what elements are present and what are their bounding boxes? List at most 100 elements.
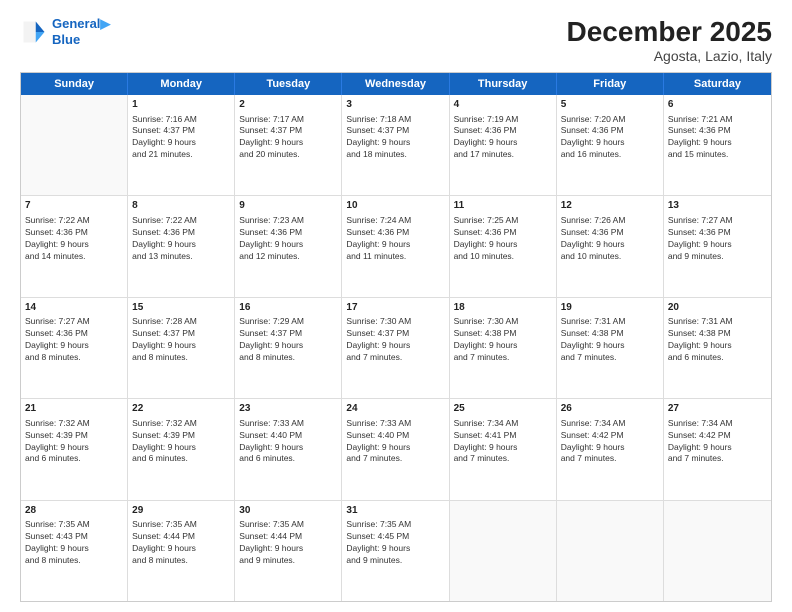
calendar-week-row: 21 Sunrise: 7:32 AM Sunset: 4:39 PM Dayli… <box>21 399 771 500</box>
calendar-week-row: 1Sunrise: 7:16 AM Sunset: 4:37 PM Daylig… <box>21 95 771 196</box>
calendar-cell: 21 Sunrise: 7:32 AM Sunset: 4:39 PM Dayli… <box>21 399 128 499</box>
day-number: 19 <box>561 301 659 315</box>
calendar-header: SundayMondayTuesdayWednesdayThursdayFrid… <box>21 73 771 95</box>
header: General▶ Blue December 2025 Agosta, Lazi… <box>20 16 772 64</box>
day-number: 28 <box>25 504 123 518</box>
cell-info: Sunrise: 7:30 AM Sunset: 4:38 PM Dayligh… <box>454 316 552 364</box>
cell-info: Sunrise: 7:25 AM Sunset: 4:36 PM Dayligh… <box>454 215 552 263</box>
day-number: 27 <box>668 402 767 416</box>
day-number: 3 <box>346 98 444 112</box>
calendar-cell <box>450 501 557 601</box>
cell-info: Sunrise: 7:31 AM Sunset: 4:38 PM Dayligh… <box>668 316 767 364</box>
day-number: 29 <box>132 504 230 518</box>
calendar-cell: 2 Sunrise: 7:17 AM Sunset: 4:37 PM Daylig… <box>235 95 342 195</box>
cell-info: Sunrise: 7:18 AM Sunset: 4:37 PM Dayligh… <box>346 114 444 162</box>
main-title: December 2025 <box>567 16 772 48</box>
cell-info: Sunrise: 7:32 AM Sunset: 4:39 PM Dayligh… <box>132 418 230 466</box>
calendar-cell <box>557 501 664 601</box>
cell-info: Sunrise: 7:34 AM Sunset: 4:42 PM Dayligh… <box>668 418 767 466</box>
cell-info: Sunrise: 7:23 AM Sunset: 4:36 PM Dayligh… <box>239 215 337 263</box>
calendar-week-row: 7 Sunrise: 7:22 AM Sunset: 4:36 PM Daylig… <box>21 196 771 297</box>
calendar-cell: 26 Sunrise: 7:34 AM Sunset: 4:42 PM Dayli… <box>557 399 664 499</box>
day-of-week-header: Sunday <box>21 73 128 95</box>
cell-info: Sunrise: 7:27 AM Sunset: 4:36 PM Dayligh… <box>668 215 767 263</box>
day-number: 25 <box>454 402 552 416</box>
day-number: 4 <box>454 98 552 112</box>
day-number: 7 <box>25 199 123 213</box>
cell-info: Sunrise: 7:19 AM Sunset: 4:36 PM Dayligh… <box>454 114 552 162</box>
cell-info: Sunrise: 7:24 AM Sunset: 4:36 PM Dayligh… <box>346 215 444 263</box>
cell-info: Sunrise: 7:21 AM Sunset: 4:36 PM Dayligh… <box>668 114 767 162</box>
calendar-week-row: 14Sunrise: 7:27 AM Sunset: 4:36 PM Dayli… <box>21 298 771 399</box>
calendar-body: 1Sunrise: 7:16 AM Sunset: 4:37 PM Daylig… <box>21 95 771 601</box>
calendar-cell: 12 Sunrise: 7:26 AM Sunset: 4:36 PM Dayli… <box>557 196 664 296</box>
calendar-cell: 13 Sunrise: 7:27 AM Sunset: 4:36 PM Dayli… <box>664 196 771 296</box>
cell-info: Sunrise: 7:32 AM Sunset: 4:39 PM Dayligh… <box>25 418 123 466</box>
calendar-cell: 28Sunrise: 7:35 AM Sunset: 4:43 PM Dayli… <box>21 501 128 601</box>
calendar-cell: 16Sunrise: 7:29 AM Sunset: 4:37 PM Dayli… <box>235 298 342 398</box>
day-number: 17 <box>346 301 444 315</box>
calendar-cell: 22 Sunrise: 7:32 AM Sunset: 4:39 PM Dayli… <box>128 399 235 499</box>
sub-title: Agosta, Lazio, Italy <box>567 48 772 64</box>
cell-info: Sunrise: 7:26 AM Sunset: 4:36 PM Dayligh… <box>561 215 659 263</box>
calendar-cell: 18Sunrise: 7:30 AM Sunset: 4:38 PM Dayli… <box>450 298 557 398</box>
cell-info: Sunrise: 7:35 AM Sunset: 4:43 PM Dayligh… <box>25 519 123 567</box>
calendar: SundayMondayTuesdayWednesdayThursdayFrid… <box>20 72 772 602</box>
calendar-cell: 27 Sunrise: 7:34 AM Sunset: 4:42 PM Dayli… <box>664 399 771 499</box>
cell-info: Sunrise: 7:35 AM Sunset: 4:45 PM Dayligh… <box>346 519 444 567</box>
cell-info: Sunrise: 7:35 AM Sunset: 4:44 PM Dayligh… <box>239 519 337 567</box>
day-of-week-header: Friday <box>557 73 664 95</box>
day-number: 21 <box>25 402 123 416</box>
day-number: 30 <box>239 504 337 518</box>
cell-info: Sunrise: 7:28 AM Sunset: 4:37 PM Dayligh… <box>132 316 230 364</box>
day-number: 11 <box>454 199 552 213</box>
day-number: 1 <box>132 98 230 112</box>
day-number: 22 <box>132 402 230 416</box>
calendar-cell: 19Sunrise: 7:31 AM Sunset: 4:38 PM Dayli… <box>557 298 664 398</box>
logo: General▶ Blue <box>20 16 110 47</box>
calendar-week-row: 28Sunrise: 7:35 AM Sunset: 4:43 PM Dayli… <box>21 501 771 601</box>
logo-text: General▶ Blue <box>52 16 110 47</box>
calendar-cell: 6 Sunrise: 7:21 AM Sunset: 4:36 PM Daylig… <box>664 95 771 195</box>
calendar-cell <box>21 95 128 195</box>
cell-info: Sunrise: 7:34 AM Sunset: 4:41 PM Dayligh… <box>454 418 552 466</box>
cell-info: Sunrise: 7:17 AM Sunset: 4:37 PM Dayligh… <box>239 114 337 162</box>
page: General▶ Blue December 2025 Agosta, Lazi… <box>0 0 792 612</box>
calendar-cell: 11 Sunrise: 7:25 AM Sunset: 4:36 PM Dayli… <box>450 196 557 296</box>
cell-info: Sunrise: 7:34 AM Sunset: 4:42 PM Dayligh… <box>561 418 659 466</box>
calendar-cell: 17Sunrise: 7:30 AM Sunset: 4:37 PM Dayli… <box>342 298 449 398</box>
calendar-cell: 5Sunrise: 7:20 AM Sunset: 4:36 PM Daylig… <box>557 95 664 195</box>
calendar-cell: 8 Sunrise: 7:22 AM Sunset: 4:36 PM Daylig… <box>128 196 235 296</box>
day-number: 6 <box>668 98 767 112</box>
cell-info: Sunrise: 7:29 AM Sunset: 4:37 PM Dayligh… <box>239 316 337 364</box>
day-of-week-header: Wednesday <box>342 73 449 95</box>
day-number: 23 <box>239 402 337 416</box>
day-of-week-header: Saturday <box>664 73 771 95</box>
cell-info: Sunrise: 7:33 AM Sunset: 4:40 PM Dayligh… <box>239 418 337 466</box>
day-number: 24 <box>346 402 444 416</box>
day-number: 8 <box>132 199 230 213</box>
day-of-week-header: Thursday <box>450 73 557 95</box>
cell-info: Sunrise: 7:31 AM Sunset: 4:38 PM Dayligh… <box>561 316 659 364</box>
calendar-cell: 23 Sunrise: 7:33 AM Sunset: 4:40 PM Dayli… <box>235 399 342 499</box>
cell-info: Sunrise: 7:22 AM Sunset: 4:36 PM Dayligh… <box>132 215 230 263</box>
day-number: 13 <box>668 199 767 213</box>
calendar-cell: 14Sunrise: 7:27 AM Sunset: 4:36 PM Dayli… <box>21 298 128 398</box>
calendar-cell: 31Sunrise: 7:35 AM Sunset: 4:45 PM Dayli… <box>342 501 449 601</box>
logo-icon <box>20 18 48 46</box>
title-block: December 2025 Agosta, Lazio, Italy <box>567 16 772 64</box>
cell-info: Sunrise: 7:33 AM Sunset: 4:40 PM Dayligh… <box>346 418 444 466</box>
day-number: 20 <box>668 301 767 315</box>
calendar-cell: 20Sunrise: 7:31 AM Sunset: 4:38 PM Dayli… <box>664 298 771 398</box>
calendar-cell: 10 Sunrise: 7:24 AM Sunset: 4:36 PM Dayli… <box>342 196 449 296</box>
calendar-cell: 15Sunrise: 7:28 AM Sunset: 4:37 PM Dayli… <box>128 298 235 398</box>
day-number: 10 <box>346 199 444 213</box>
day-number: 2 <box>239 98 337 112</box>
day-number: 9 <box>239 199 337 213</box>
day-number: 12 <box>561 199 659 213</box>
day-number: 26 <box>561 402 659 416</box>
day-number: 15 <box>132 301 230 315</box>
calendar-cell: 3 Sunrise: 7:18 AM Sunset: 4:37 PM Daylig… <box>342 95 449 195</box>
cell-info: Sunrise: 7:30 AM Sunset: 4:37 PM Dayligh… <box>346 316 444 364</box>
cell-info: Sunrise: 7:22 AM Sunset: 4:36 PM Dayligh… <box>25 215 123 263</box>
